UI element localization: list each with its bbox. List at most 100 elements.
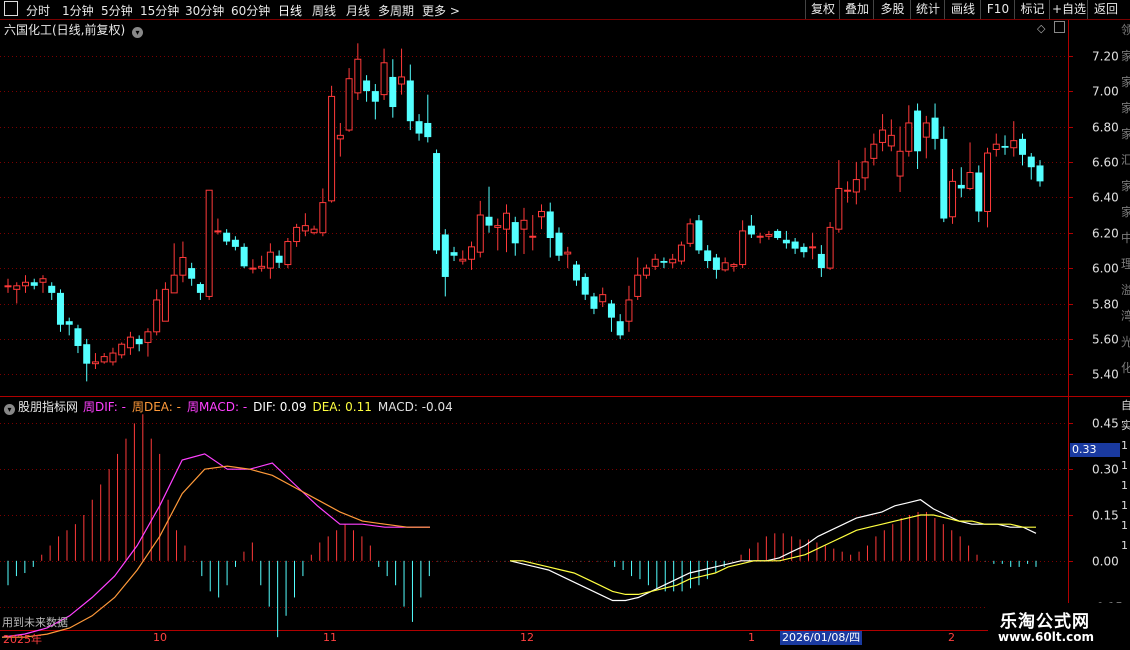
candle-body (415, 121, 423, 134)
candle-body (74, 328, 82, 346)
candle-body (590, 296, 598, 309)
candle-body (118, 343, 126, 356)
legend-item-1: 周DEA: - (131, 400, 181, 414)
time-label-5: 2 (948, 631, 955, 644)
weekly-dea-line (2, 465, 430, 638)
candle-body (1010, 140, 1018, 149)
side-text-char: 家 (1121, 48, 1130, 63)
cursor-value-label: 0.33 (1070, 443, 1120, 457)
candle-body (546, 211, 554, 239)
circle-chevron-down-icon[interactable]: ▾ (132, 27, 144, 38)
candle-body (870, 143, 878, 159)
main-y-tick-label: 6.80 (1092, 121, 1119, 135)
candle-body (179, 256, 187, 276)
candle-body (669, 258, 677, 264)
candle-body (537, 210, 545, 218)
indicator-name: 股朋指标网 (18, 400, 79, 414)
candle-body (642, 267, 650, 276)
candle-body (196, 284, 204, 293)
side-text-char: 领 (1121, 23, 1130, 37)
candle-body (826, 226, 834, 269)
candle-body (126, 336, 134, 349)
candle-body (861, 161, 869, 179)
candle-body (109, 352, 117, 363)
candle-body (48, 285, 56, 293)
candle-body (459, 258, 467, 262)
candle-body (135, 338, 143, 345)
candle-body (896, 150, 904, 177)
candle-body (258, 265, 266, 269)
candle-body (336, 134, 344, 140)
candle-body (441, 234, 449, 277)
candle-body (1001, 145, 1009, 148)
ind-y-tick-label: 0.00 (1092, 555, 1119, 569)
candle-body (214, 230, 222, 233)
candle-body (301, 225, 309, 232)
cursor-date-label: 2026/01/08/四 (780, 631, 863, 645)
ind-side-char: 1 (1121, 479, 1128, 492)
candle-body (494, 225, 502, 228)
candle-body (730, 264, 738, 267)
kline-chart[interactable]: 7.20 7.00 6.80 6.60 6.40 6.20 6.00 5.80 5.60 5.40… (0, 0, 1130, 650)
candle-body (144, 331, 152, 343)
candle-body (739, 230, 747, 266)
candle-body (572, 264, 580, 281)
candle-body (328, 95, 336, 202)
main-y-tick-label: 6.00 (1092, 262, 1119, 276)
candle-body (520, 219, 528, 230)
ind-side-char: 1 (1121, 459, 1128, 472)
candle-body (389, 76, 397, 108)
candle-body (704, 250, 712, 262)
candle-body (310, 228, 318, 234)
weekly-dif-line (1, 453, 430, 638)
side-text-char: 化 (1121, 361, 1130, 375)
candle-body (1019, 138, 1027, 155)
candle-body (170, 274, 178, 294)
candle-body (380, 62, 388, 96)
stock-title: 六国化工(日线,前复权) (4, 23, 126, 37)
legend-item-0: 周DIF: - (83, 400, 126, 414)
candle-body (100, 356, 108, 363)
candle-body (433, 153, 441, 251)
candle-body (91, 361, 99, 365)
candle-body (223, 232, 231, 242)
candle-body (450, 252, 458, 256)
candle-body (424, 122, 432, 138)
candle-body (83, 344, 91, 364)
legend-item-2: 周MACD: - (186, 400, 248, 414)
circle-chevron-down-icon[interactable]: ▾ (4, 404, 15, 415)
side-text-char: 家 (1121, 74, 1130, 89)
candle-body (809, 246, 817, 249)
panel-menu-icon[interactable] (1054, 21, 1065, 33)
candle-body (660, 261, 668, 263)
candle-body (13, 285, 21, 290)
main-y-tick-label: 6.60 (1092, 156, 1119, 170)
main-y-tick-label: 5.40 (1092, 368, 1119, 382)
candle-body (529, 235, 537, 238)
main-y-tick-label: 6.20 (1092, 227, 1119, 241)
time-label-3: 12 (520, 631, 534, 644)
diamond-icon[interactable]: ◇ (1037, 22, 1045, 35)
candle-body (756, 235, 764, 238)
indicator-header: ▾ 股朋指标网 周DIF: - 周DEA: - 周MACD: - DIF: 0.09 DEA… (4, 398, 459, 415)
candle-body (625, 299, 633, 322)
candle-body (1036, 165, 1044, 182)
candle-body (616, 321, 624, 336)
side-text-char: 溢 (1121, 283, 1130, 297)
candle-body (747, 225, 755, 235)
candle-body (511, 222, 519, 244)
side-text-char: 中 (1121, 230, 1130, 245)
candle-body (65, 321, 73, 325)
candle-body (153, 299, 161, 333)
candle-body (800, 246, 808, 253)
side-text-char: 家 (1121, 100, 1130, 115)
candle-body (503, 212, 511, 230)
dea-line (510, 514, 1036, 596)
candle-body (21, 281, 29, 287)
candle-body (1027, 156, 1035, 168)
ind-side-char: 自 (1121, 399, 1130, 412)
candle-body (887, 134, 895, 147)
candle-body (957, 184, 965, 189)
candle-body (984, 152, 992, 212)
candle-body (931, 117, 939, 139)
